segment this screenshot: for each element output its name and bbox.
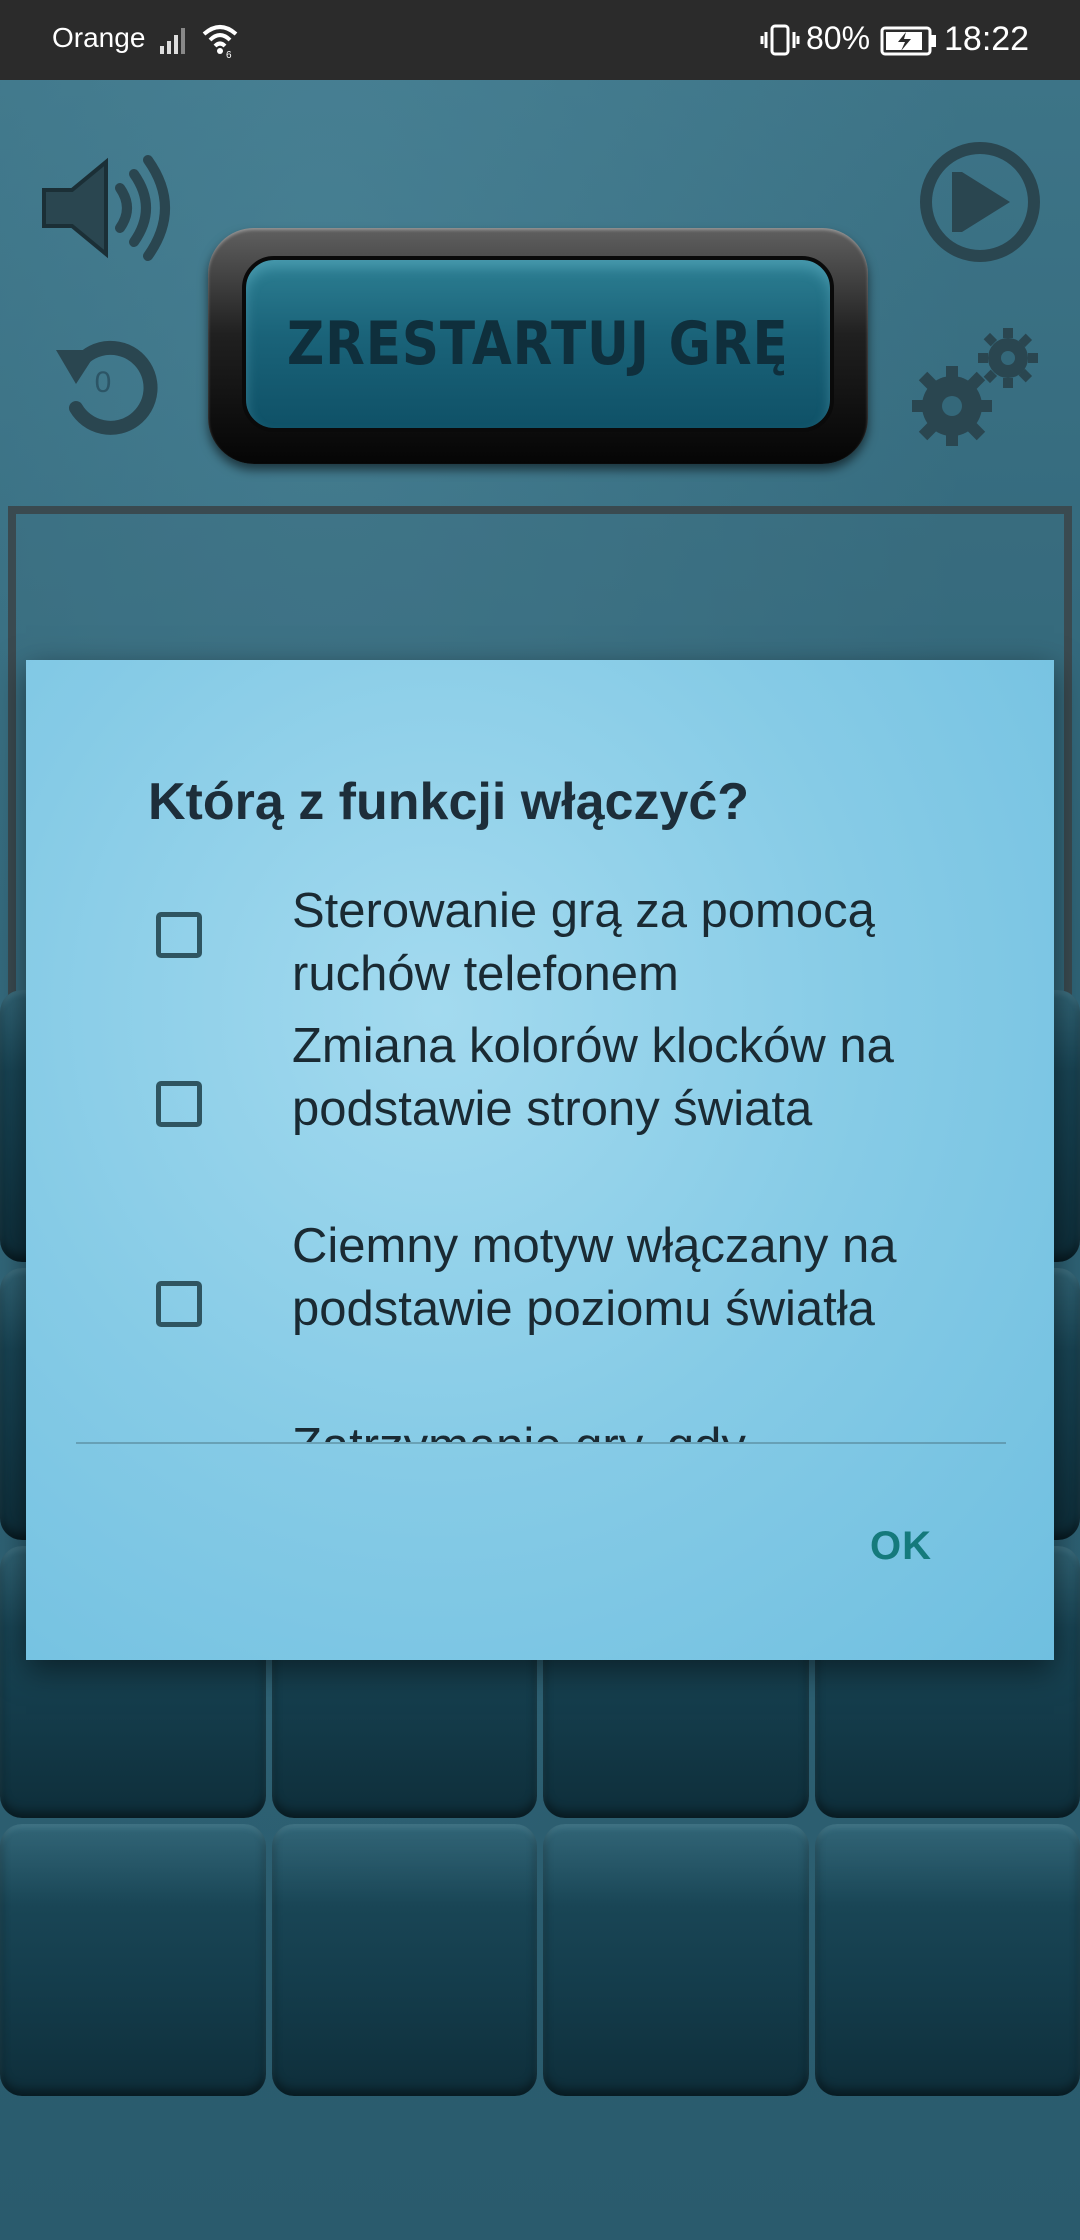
checkbox[interactable] [156,912,202,958]
checkbox[interactable] [156,1081,202,1127]
restart-game-label: ZRESTARTUJ GRĘ [287,309,789,379]
tile[interactable] [271,1824,537,2096]
play-icon[interactable] [918,140,1042,264]
feature-dialog: Którą z funkcji włączyć? Sterowanie grą … [26,660,1054,1660]
vibrate-icon [760,20,800,65]
sound-icon[interactable] [36,148,176,268]
tile[interactable] [543,1824,809,2096]
battery-charging-icon [880,26,938,61]
clock: 18:22 [944,20,1030,58]
dialog-title: Którą z funkcji włączyć? [148,773,750,831]
checkbox[interactable] [156,1281,202,1327]
ok-button[interactable]: OK [826,1496,976,1596]
option-list[interactable]: Sterowanie grą za pomocą ruchów telefone… [26,860,1054,1442]
tile[interactable] [814,1824,1080,2096]
battery-percent: 80% [806,20,871,56]
restart-game-face: ZRESTARTUJ GRĘ [242,256,834,432]
undo-count: 0 [94,366,112,399]
settings-gear-icon[interactable] [908,320,1044,450]
carrier-name: Orange [52,22,146,53]
restart-game-button[interactable]: ZRESTARTUJ GRĘ [208,228,868,464]
option-label: Zatrzymanie gry, gdy [292,1415,992,1442]
signal-icon [158,24,190,61]
divider [76,1442,1006,1444]
status-bar: Orange 6 80% 18:22 [0,0,1080,80]
svg-text:6: 6 [226,50,232,60]
wifi-icon: 6 [200,20,240,65]
option-label: Sterowanie grą za pomocą ruchów telefone… [292,884,875,1001]
tile[interactable] [0,1824,266,2096]
option-label: Zmiana kolorów klocków na podstawie stro… [292,1019,894,1136]
option-label: Ciemny motyw włączany na podstawie pozio… [292,1219,897,1336]
